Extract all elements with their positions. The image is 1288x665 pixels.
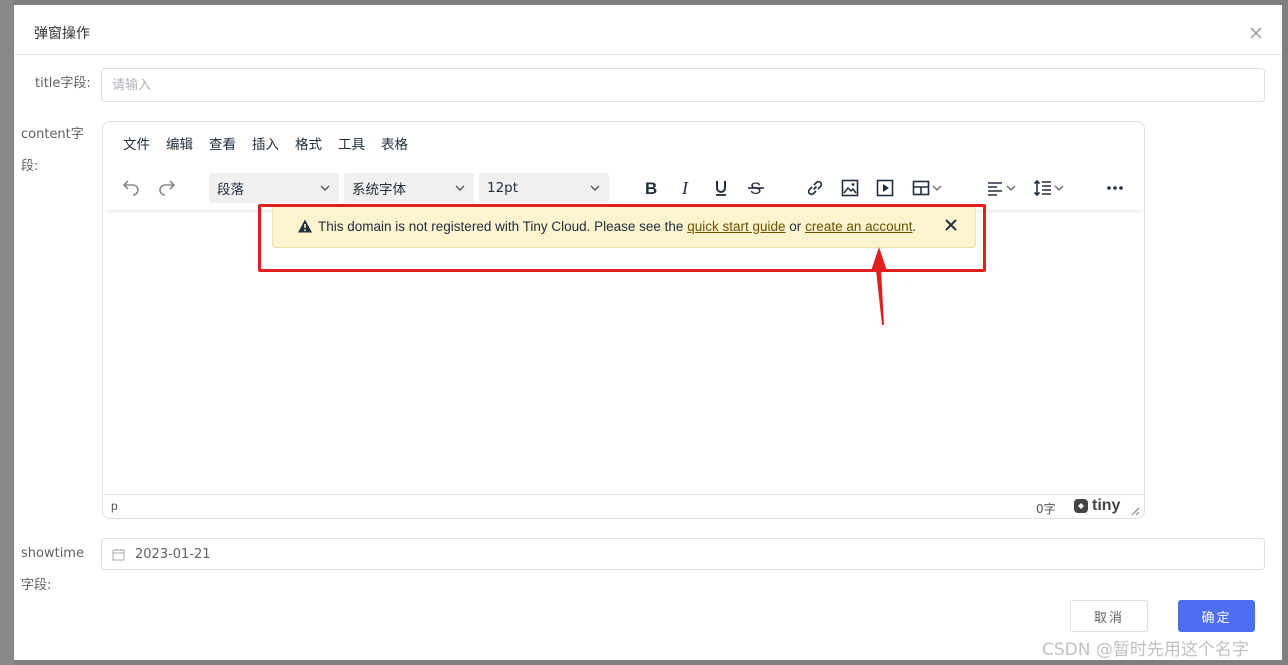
redo-icon	[159, 180, 176, 196]
dialog-title: 弹窗操作	[34, 26, 90, 42]
quick-start-guide-link[interactable]: quick start guide	[687, 219, 785, 234]
csdn-watermark: CSDN @暂时先用这个名字	[1042, 640, 1249, 660]
block-format-select[interactable]: 段落	[209, 173, 339, 203]
align-button[interactable]	[981, 174, 1021, 202]
undo-icon	[122, 180, 139, 196]
italic-button[interactable]: I	[674, 174, 698, 202]
resize-handle-icon[interactable]	[1130, 506, 1140, 516]
italic-icon: I	[681, 178, 689, 198]
tiny-brand-text: tiny	[1092, 497, 1121, 514]
font-family-select[interactable]: 系统字体	[344, 173, 474, 203]
media-button[interactable]	[873, 174, 897, 202]
showtime-date-input[interactable]: 2023-01-21	[101, 538, 1265, 570]
word-count[interactable]: 0字	[1036, 500, 1056, 517]
content-label-line1: content字	[21, 127, 84, 142]
title-field-label: title字段:	[35, 76, 91, 91]
confirm-button[interactable]: 确定	[1178, 600, 1255, 632]
menu-view[interactable]: 查看	[201, 130, 244, 160]
dialog: 弹窗操作 title字段: content字 段: 文件 编辑 查看 插入 格式…	[14, 5, 1282, 660]
showtime-value: 2023-01-21	[135, 546, 211, 562]
notice-text-after: .	[912, 218, 917, 234]
tiny-logo-icon	[1074, 499, 1088, 513]
svg-text:I: I	[681, 178, 689, 198]
redo-button[interactable]	[155, 174, 179, 202]
chevron-down-icon	[590, 185, 600, 191]
rich-text-editor: 文件 编辑 查看 插入 格式 工具 表格 段落 系统字体 12pt B I S …	[102, 121, 1145, 519]
menu-file[interactable]: 文件	[115, 130, 158, 160]
dialog-header: 弹窗操作	[14, 5, 1282, 55]
undo-button[interactable]	[119, 174, 143, 202]
create-account-link[interactable]: create an account	[805, 219, 912, 234]
content-field-label: content字 段:	[21, 119, 84, 183]
block-format-value: 段落	[217, 182, 244, 198]
editor-menubar: 文件 编辑 查看 插入 格式 工具 表格	[115, 130, 416, 160]
underline-icon	[716, 181, 726, 196]
video-icon	[876, 179, 894, 197]
bold-button[interactable]: B	[639, 174, 663, 202]
editor-statusbar: p 0字 tiny	[103, 494, 1144, 518]
chevron-down-icon	[1006, 185, 1016, 191]
menu-tools[interactable]: 工具	[330, 130, 373, 160]
notice-text-middle: or	[789, 218, 802, 234]
strikethrough-button[interactable]: S	[744, 174, 768, 202]
menu-format[interactable]: 格式	[287, 130, 330, 160]
link-button[interactable]	[803, 174, 827, 202]
close-icon[interactable]	[1248, 25, 1264, 41]
menu-table[interactable]: 表格	[373, 130, 416, 160]
cancel-button[interactable]: 取消	[1070, 600, 1148, 632]
link-icon	[807, 180, 823, 196]
font-size-select[interactable]: 12pt	[479, 173, 609, 203]
image-button[interactable]	[838, 174, 862, 202]
chevron-down-icon	[320, 185, 330, 191]
table-button[interactable]	[907, 174, 947, 202]
editor-content-area[interactable]	[103, 210, 1144, 493]
element-path[interactable]: p	[111, 499, 118, 513]
svg-text:B: B	[645, 179, 657, 198]
line-height-icon	[1033, 179, 1051, 197]
table-icon	[912, 180, 930, 196]
background-page-edge	[0, 0, 14, 665]
menu-edit[interactable]: 编辑	[158, 130, 201, 160]
notice-text-before: This domain is not registered with Tiny …	[318, 218, 684, 234]
close-icon[interactable]	[943, 217, 959, 233]
chevron-down-icon	[1054, 185, 1064, 191]
chevron-down-icon	[932, 185, 942, 191]
bold-icon: B	[645, 179, 657, 198]
content-label-line2: 段:	[21, 159, 39, 174]
line-height-button[interactable]	[1029, 174, 1069, 202]
domain-warning-notice: This domain is not registered with Tiny …	[272, 204, 976, 248]
calendar-icon	[112, 548, 125, 560]
tiny-brand[interactable]: tiny	[1073, 497, 1120, 515]
font-size-value: 12pt	[487, 180, 519, 196]
showtime-field-label: showtime 字段:	[21, 538, 84, 602]
showtime-label-line2: 字段:	[21, 578, 52, 593]
chevron-down-icon	[455, 185, 465, 191]
showtime-label-line1: showtime	[21, 546, 84, 561]
more-button[interactable]	[1103, 174, 1127, 202]
image-icon	[841, 179, 859, 197]
align-left-icon	[988, 182, 1002, 196]
more-icon	[1107, 186, 1123, 190]
menu-insert[interactable]: 插入	[244, 130, 287, 160]
underline-button[interactable]	[709, 174, 733, 202]
warning-icon	[298, 219, 312, 233]
title-input[interactable]	[101, 68, 1265, 102]
font-family-value: 系统字体	[352, 182, 406, 198]
strikethrough-icon: S	[748, 179, 764, 198]
